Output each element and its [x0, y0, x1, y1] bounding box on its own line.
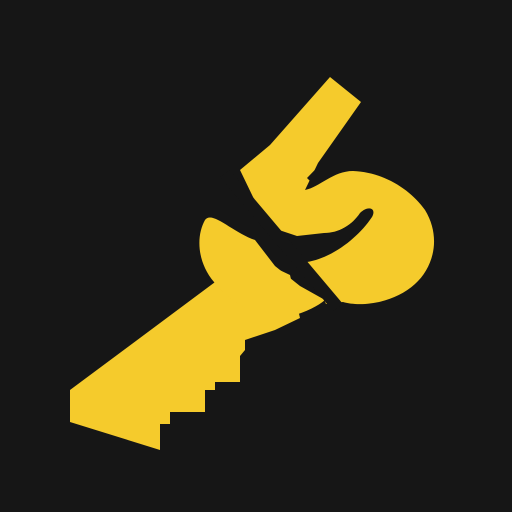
app-icon — [0, 0, 512, 512]
key-5-icon — [70, 77, 435, 450]
